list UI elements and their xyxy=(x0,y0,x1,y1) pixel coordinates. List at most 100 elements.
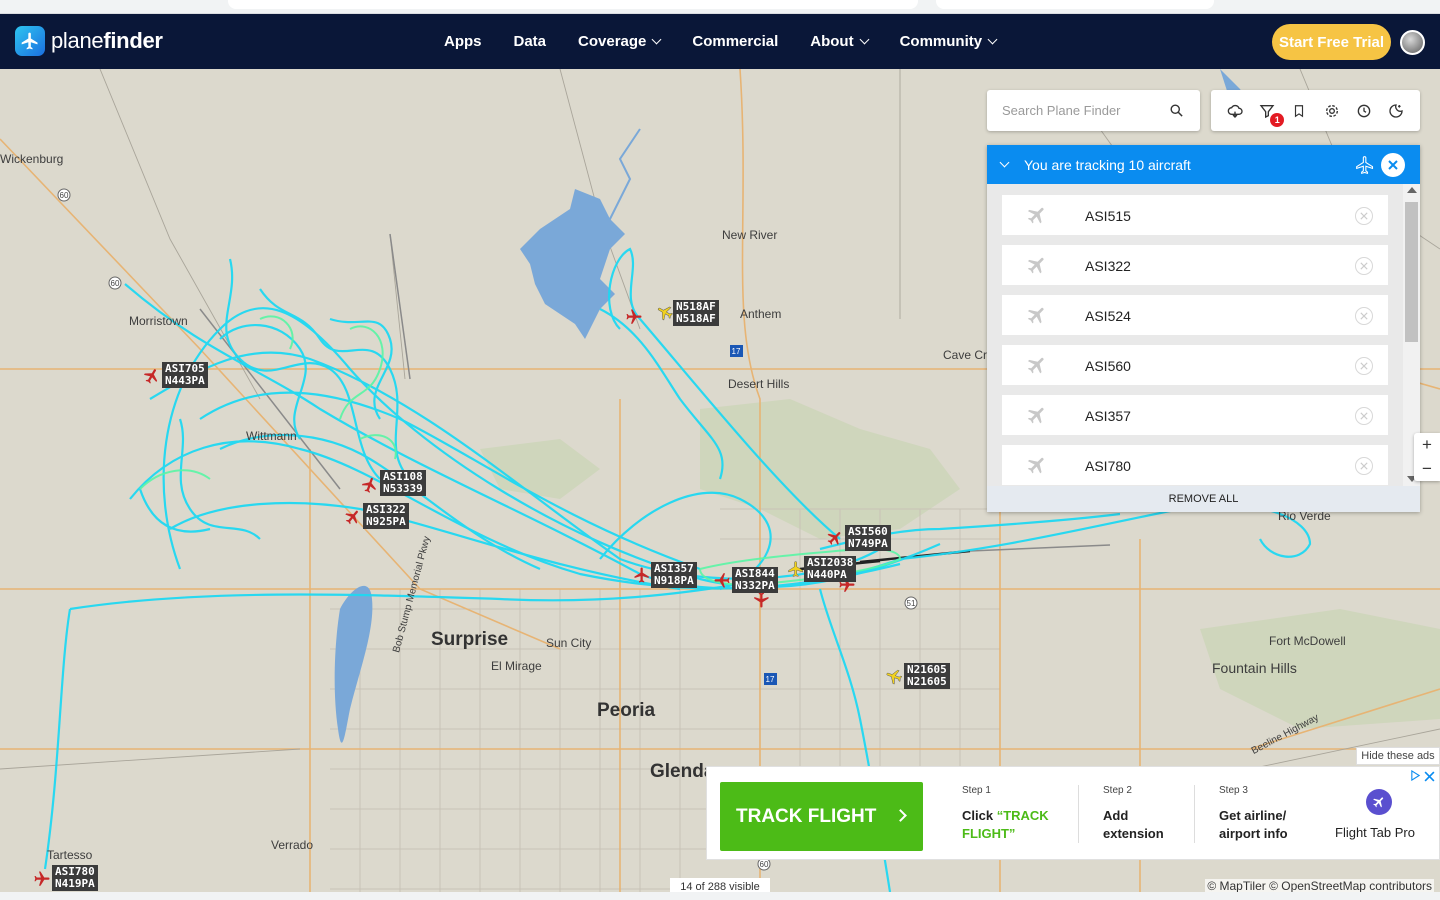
remove-aircraft-button[interactable] xyxy=(1355,257,1373,275)
close-icon[interactable] xyxy=(1424,771,1435,782)
hide-ads-button[interactable]: Hide these ads xyxy=(1356,747,1440,765)
planefinder-logo[interactable]: planefinder xyxy=(15,26,163,56)
aircraft-callsign: ASI515 xyxy=(1085,208,1131,224)
tracking-panel-header[interactable]: You are tracking 10 aircraft xyxy=(987,145,1420,184)
list-item[interactable]: ASI780 xyxy=(1002,445,1388,485)
filter-icon[interactable]: 1 xyxy=(1257,101,1285,127)
svg-text:60: 60 xyxy=(111,279,120,288)
list-item[interactable]: ASI524 xyxy=(1002,295,1388,335)
scroll-thumb[interactable] xyxy=(1405,202,1418,342)
ad-step-label: Step 3 xyxy=(1219,785,1248,796)
aircraft-label-asi357[interactable]: ASI357 N918PA xyxy=(651,562,697,588)
zoom-in-button[interactable]: + xyxy=(1414,433,1440,457)
aircraft-red-icon[interactable] xyxy=(826,529,844,547)
aircraft-yellow-icon[interactable] xyxy=(787,560,805,578)
close-tracking-button[interactable] xyxy=(1381,153,1405,177)
scroll-up-arrow[interactable] xyxy=(1407,187,1417,193)
settings-icon[interactable] xyxy=(1322,101,1342,121)
place-label: Morristown xyxy=(129,314,188,328)
browser-search-bar[interactable] xyxy=(936,0,1214,9)
aircraft-red-icon[interactable] xyxy=(344,508,362,526)
search-input[interactable] xyxy=(1002,103,1162,118)
place-label: Fort McDowell xyxy=(1269,634,1346,648)
list-item[interactable]: ASI357 xyxy=(1002,395,1388,435)
remove-aircraft-button[interactable] xyxy=(1355,357,1373,375)
chevron-down-icon xyxy=(859,34,870,45)
aircraft-red-icon[interactable] xyxy=(713,571,731,589)
top-navigation: planefinder Apps Data Coverage Commercia… xyxy=(0,14,1440,69)
aircraft-label-asi322[interactable]: ASI322 N925PA xyxy=(363,503,409,529)
track-flight-button[interactable]: TRACK FLIGHT xyxy=(720,782,923,851)
remove-all-button[interactable]: REMOVE ALL xyxy=(987,486,1420,512)
remove-aircraft-button[interactable] xyxy=(1355,407,1373,425)
tracking-panel: You are tracking 10 aircraft ASI515 ASI3… xyxy=(987,145,1420,512)
aircraft-callsign: ASI322 xyxy=(1085,258,1131,274)
place-label: Anthem xyxy=(740,307,782,321)
divider xyxy=(1194,785,1195,843)
aircraft-label-n21605[interactable]: N21605 N21605 xyxy=(904,663,950,689)
aircraft-red-icon[interactable] xyxy=(143,367,161,385)
map-attribution[interactable]: © MapTiler © OpenStreetMap contributors xyxy=(1205,879,1434,893)
aircraft-red-icon[interactable] xyxy=(625,308,643,326)
zoom-out-button[interactable]: − xyxy=(1414,457,1440,481)
aircraft-label-n518af[interactable]: N518AF N518AF xyxy=(673,300,719,326)
close-icon xyxy=(1388,160,1398,170)
svg-text:60: 60 xyxy=(760,860,769,869)
aircraft-label-asi108[interactable]: ASI108 N53339 xyxy=(380,470,426,496)
close-icon xyxy=(1360,462,1368,470)
menu-community[interactable]: Community xyxy=(900,33,998,50)
theme-icon[interactable] xyxy=(1386,101,1406,121)
history-icon[interactable] xyxy=(1354,101,1374,121)
menu-about[interactable]: About xyxy=(810,33,870,50)
aircraft-red-icon[interactable] xyxy=(33,870,51,888)
aircraft-label-asi560[interactable]: ASI560 N749PA xyxy=(845,525,891,551)
ad-step-label: Step 1 xyxy=(962,785,991,796)
aircraft-red-icon[interactable] xyxy=(633,566,651,584)
plane-icon xyxy=(1027,407,1044,424)
aircraft-yellow-icon[interactable] xyxy=(885,667,903,685)
start-free-trial-button[interactable]: Start Free Trial xyxy=(1272,24,1391,60)
ad-step-label: Step 2 xyxy=(1103,785,1132,796)
bookmark-icon[interactable] xyxy=(1289,101,1309,121)
place-label: Desert Hills xyxy=(728,377,790,391)
menu-data[interactable]: Data xyxy=(514,33,547,50)
tracking-title: You are tracking 10 aircraft xyxy=(1024,156,1191,173)
aircraft-red-icon[interactable] xyxy=(752,591,770,609)
menu-apps[interactable]: Apps xyxy=(444,33,482,50)
cloud-layers-icon[interactable] xyxy=(1225,101,1245,121)
search-box[interactable] xyxy=(987,90,1200,131)
remove-aircraft-button[interactable] xyxy=(1355,457,1373,475)
aircraft-callsign: ASI357 xyxy=(1085,408,1131,424)
plane-icon xyxy=(1027,307,1044,324)
list-item[interactable]: ASI322 xyxy=(1002,245,1388,285)
aircraft-yellow-icon[interactable] xyxy=(656,303,674,321)
aircraft-label-asi705[interactable]: ASI705 N443PA xyxy=(162,362,208,388)
remove-aircraft-button[interactable] xyxy=(1355,307,1373,325)
place-label: Glenda xyxy=(650,761,715,782)
aircraft-label-asi2038[interactable]: ASI2038 N440PA xyxy=(804,556,857,582)
browser-bottom-edge xyxy=(0,892,1440,900)
avatar[interactable] xyxy=(1400,30,1425,55)
close-icon xyxy=(1360,412,1368,420)
menu-coverage[interactable]: Coverage xyxy=(578,33,662,50)
browser-chrome xyxy=(0,0,1440,14)
place-label: New River xyxy=(722,228,778,242)
menu-commercial[interactable]: Commercial xyxy=(692,33,778,50)
ad-banner: TRACK FLIGHT Step 1 Click “TRACK FLIGHT”… xyxy=(706,766,1440,860)
aircraft-label-asi844[interactable]: ASI844 N332PA xyxy=(732,567,778,593)
aircraft-label-asi780[interactable]: ASI780 N419PA xyxy=(52,865,98,891)
chevron-right-icon xyxy=(894,809,907,822)
list-item[interactable]: ASI560 xyxy=(1002,345,1388,385)
plane-icon xyxy=(1027,257,1044,274)
aircraft-red-icon[interactable] xyxy=(361,476,379,494)
search-icon[interactable] xyxy=(1169,103,1184,118)
place-label: Sun City xyxy=(546,636,592,650)
chevron-down-icon[interactable] xyxy=(999,157,1010,168)
aircraft-callsign: ASI780 xyxy=(1085,458,1131,474)
ad-choices-icon[interactable] xyxy=(1410,770,1421,781)
divider xyxy=(1078,785,1079,843)
zoom-control: + − xyxy=(1414,433,1440,481)
list-item[interactable]: ASI515 xyxy=(1002,195,1388,235)
remove-aircraft-button[interactable] xyxy=(1355,207,1373,225)
address-bar[interactable] xyxy=(228,0,918,9)
